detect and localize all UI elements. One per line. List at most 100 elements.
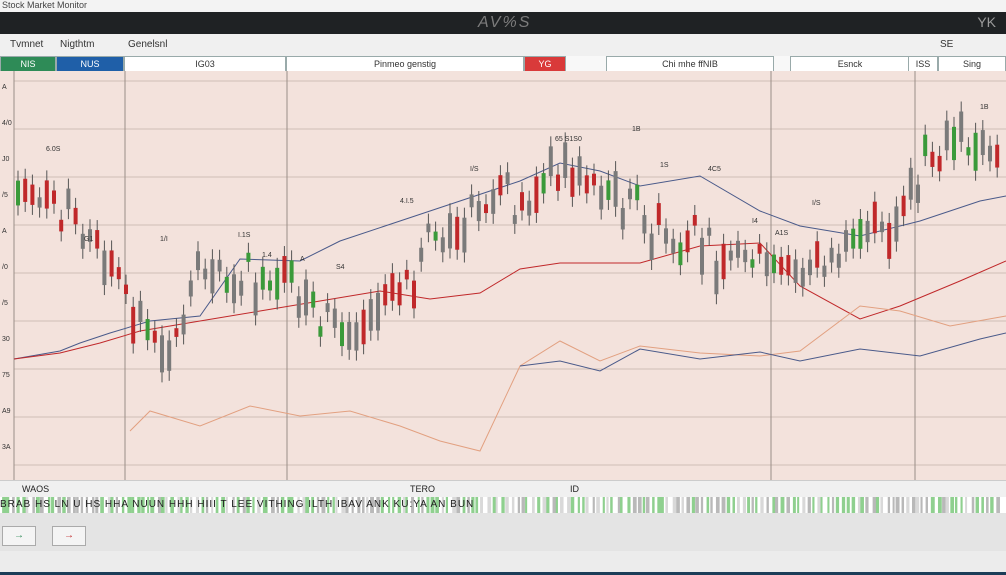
tab-sing[interactable]: Sing [938, 56, 1006, 72]
ticker-stripe [911, 497, 916, 513]
ticker-stripe [645, 497, 650, 513]
lower-blue-line [519, 332, 1006, 372]
menu-item-1[interactable]: Tvmnet [10, 39, 43, 50]
candle-body [613, 171, 618, 207]
ticker-stripe [627, 497, 631, 513]
chart-canvas[interactable]: A 4/0 J0/5 A/0/5 30 75 A9 3A 6.0S 65 S1S0 I/S 4.I.… [0, 71, 1006, 480]
candle-body [167, 340, 172, 371]
y-axis-label: 30 [2, 336, 10, 343]
ticker-stripe [632, 497, 637, 513]
candle-body [707, 227, 712, 236]
tab-iss[interactable]: ISS [908, 56, 938, 72]
ticker-stripe [695, 497, 699, 513]
candle-body [988, 145, 992, 162]
chart-annotation: 6.0S [46, 146, 61, 153]
candle-body [16, 180, 20, 206]
tab-genstig[interactable]: Pinmeo genstig [286, 56, 524, 72]
ticker-stripe [660, 497, 664, 513]
footer-right-label: ID [570, 484, 579, 494]
footer-center-label: TERO [410, 484, 436, 494]
candle-body [109, 250, 114, 277]
candle-body [973, 132, 978, 171]
ticker-stripe [686, 497, 691, 513]
ticker-stripe [895, 497, 900, 513]
chart-annotation: S4 [336, 264, 345, 271]
toolbar-button-2[interactable]: → [52, 526, 86, 546]
tab-chi[interactable]: Chi mhe ffNIB [606, 56, 774, 72]
ticker-stripe [475, 497, 479, 513]
y-axis-label: /5 [2, 300, 8, 307]
ticker-stripe [495, 497, 498, 513]
candle-body [563, 142, 568, 178]
ticker-stripe [975, 497, 979, 513]
tab-label: YG [538, 59, 552, 69]
ticker-stripe [617, 497, 621, 513]
candle-body [908, 167, 913, 200]
candle-body [102, 250, 107, 286]
candle-body [872, 201, 877, 234]
candle-body [584, 175, 589, 194]
tab-strip: NIS NUS IG03 Pinmeo genstig YG Chi mhe f… [0, 56, 1006, 72]
candle-body [829, 247, 834, 263]
candle-body [844, 230, 848, 252]
price-chart[interactable]: A 4/0 J0/5 A/0/5 30 75 A9 3A 6.0S 65 S1S0 I/S 4.I.… [0, 71, 1006, 480]
candle-body [786, 255, 791, 276]
chart-annotation: 1S [660, 162, 669, 169]
candle-body [851, 228, 856, 249]
candle-body [340, 322, 344, 347]
ticker-stripe [487, 497, 492, 513]
candle-body [354, 322, 359, 351]
candle-body [476, 201, 481, 222]
candle-body [599, 185, 604, 210]
ticker-stripe [505, 497, 509, 513]
tab-yg[interactable]: YG [524, 56, 566, 72]
candle-body [66, 188, 71, 210]
ticker-stripe [865, 497, 869, 513]
y-axis-label: A [2, 228, 7, 235]
candle-body [980, 130, 985, 156]
ticker-stripe [736, 497, 740, 513]
ticker-stripe [542, 497, 547, 513]
candle-body [894, 206, 899, 242]
ticker-stripe [887, 497, 891, 513]
tab-label: NIS [20, 59, 36, 69]
ticker-stripe [537, 497, 541, 513]
ticker-stripe [817, 497, 821, 513]
toolbar-button-1[interactable]: → [2, 526, 36, 546]
menu-right-label[interactable]: SE [940, 39, 953, 50]
candle-body [484, 204, 488, 214]
candle-body [736, 240, 740, 258]
candle-body [268, 280, 272, 291]
candle-body [664, 228, 668, 244]
ticker-stripe [710, 497, 713, 513]
ticker-stripe [570, 497, 575, 513]
candle-body [404, 269, 409, 280]
candle-body [433, 231, 438, 241]
candle-body [635, 184, 640, 201]
menu-item-3[interactable]: Genelsnl [128, 39, 167, 50]
candle-body [966, 147, 971, 156]
tab-nis[interactable]: NIS [0, 56, 56, 72]
ticker-stripe [880, 497, 884, 513]
candle-body [174, 328, 179, 337]
tab-ig03[interactable]: IG03 [124, 56, 286, 72]
app-logo: AV%S [478, 14, 532, 31]
status-bar [0, 551, 1006, 575]
ticker-stripe [606, 497, 609, 513]
candle-body [865, 220, 870, 243]
tab-label: IG03 [195, 59, 215, 69]
ticker-stripe [665, 497, 668, 513]
ticker-stripe [820, 497, 823, 513]
ticker-stripe [691, 497, 695, 513]
ticker-stripe [920, 497, 923, 513]
ticker-stripe [602, 497, 605, 513]
ticker-stripe [792, 497, 796, 513]
tab-esnck[interactable]: Esnck [790, 56, 910, 72]
menu-item-2[interactable]: Nigthtm [60, 39, 94, 50]
candle-body [944, 120, 949, 151]
ticker-stripe [742, 497, 746, 513]
tab-nus[interactable]: NUS [56, 56, 124, 72]
candle-body [887, 222, 892, 259]
candle-body [793, 259, 798, 283]
ticker-stripe [996, 497, 1000, 513]
